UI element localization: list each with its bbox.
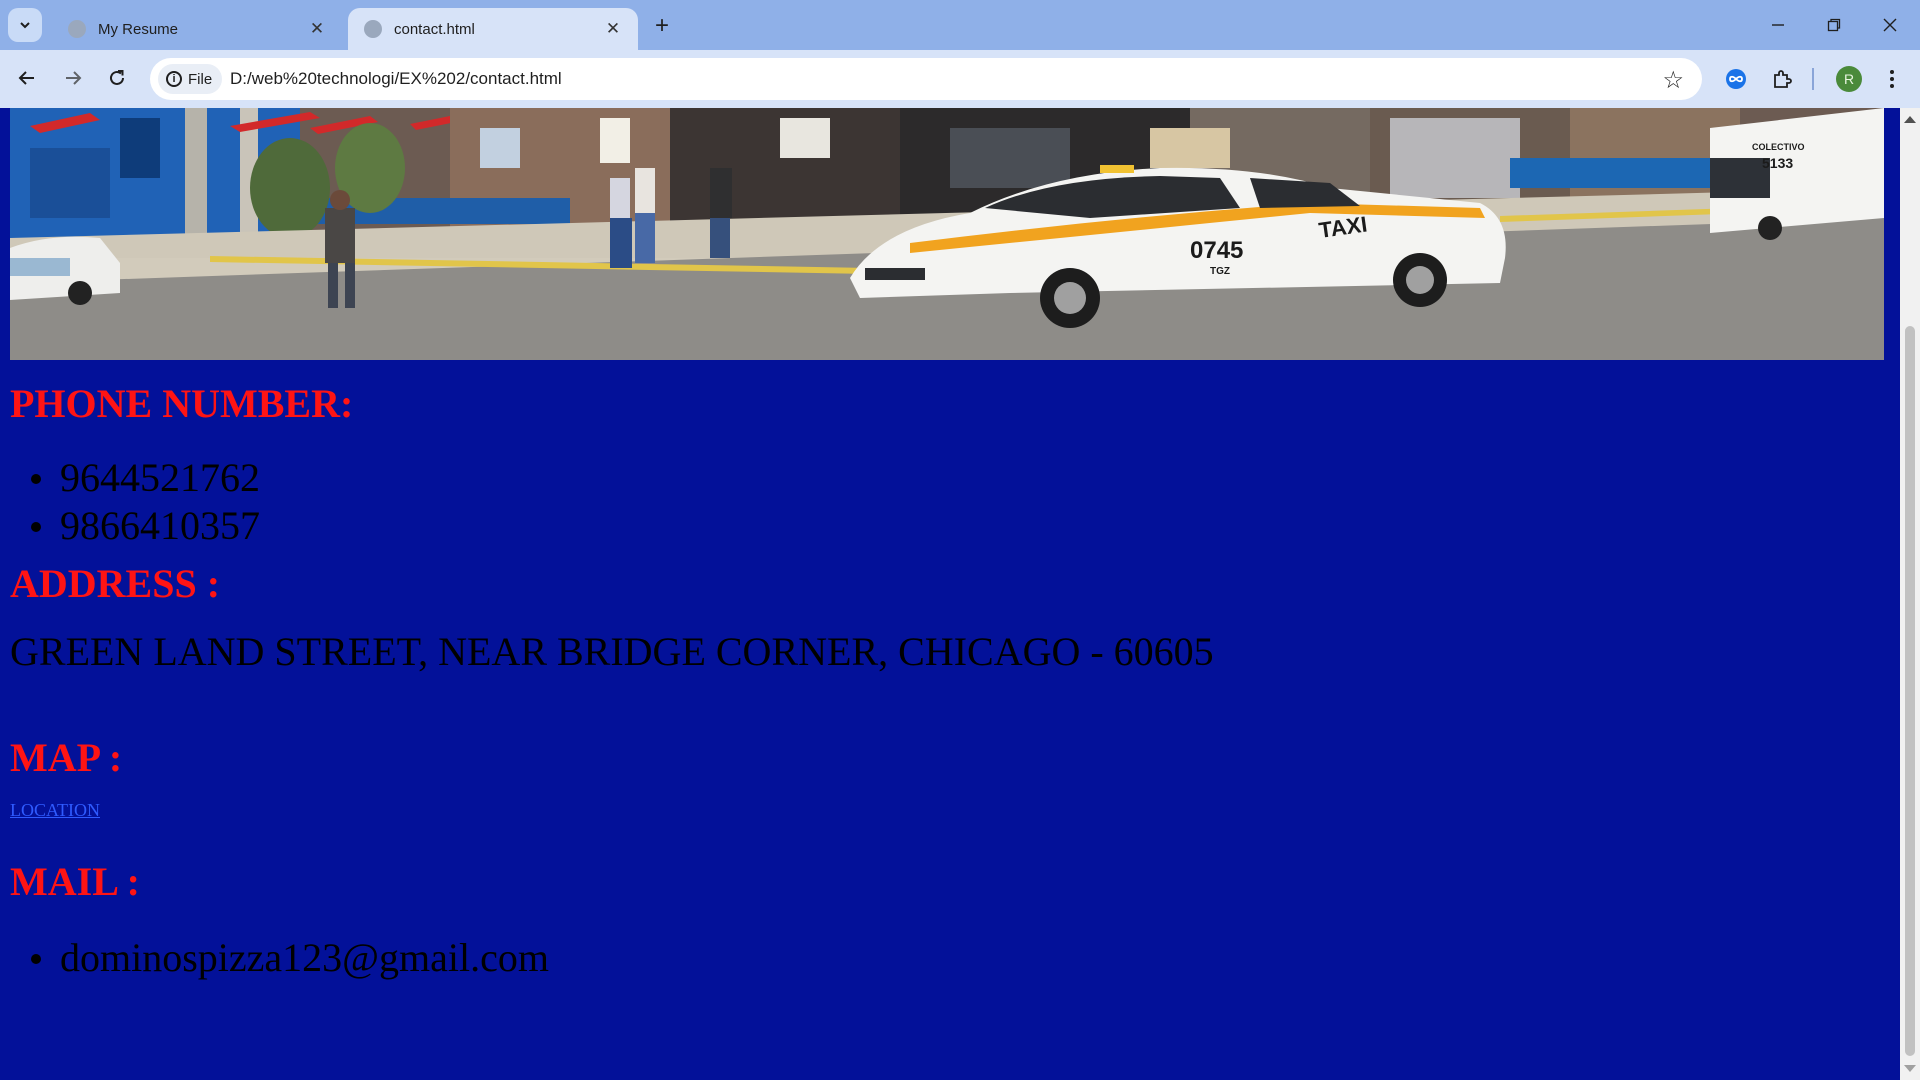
taxi-number-text: 0745 xyxy=(1190,237,1243,264)
info-icon: i xyxy=(166,71,182,87)
new-tab-icon[interactable]: + xyxy=(648,12,676,40)
address-heading: ADDRESS : xyxy=(10,561,221,606)
browser-toolbar: i File D:/web%20technologi/EX%202/contac… xyxy=(0,50,1920,108)
tab-title: My Resume xyxy=(98,20,179,38)
taxi-plate-text: TGZ xyxy=(1210,266,1230,277)
phone-list: 9644521762 9866410357 xyxy=(10,454,260,550)
reload-icon[interactable] xyxy=(100,61,134,95)
url-text[interactable]: D:/web%20technologi/EX%202/contact.html xyxy=(230,69,562,89)
scroll-down-icon[interactable] xyxy=(1904,1065,1916,1072)
van-number-text: 5133 xyxy=(1762,155,1793,171)
map-heading: MAP : xyxy=(10,735,123,780)
menu-kebab-icon[interactable] xyxy=(1876,63,1908,95)
browser-titlebar: My Resume ✕ contact.html ✕ + xyxy=(0,0,1920,50)
van-label-text: COLECTIVO xyxy=(1752,142,1805,152)
address-bar[interactable]: i File D:/web%20technologi/EX%202/contac… xyxy=(150,58,1702,100)
tab-my-resume[interactable]: My Resume ✕ xyxy=(52,8,342,50)
vertical-scrollbar[interactable] xyxy=(1900,108,1920,1080)
tab-search-button[interactable] xyxy=(8,8,42,42)
toolbar-separator xyxy=(1812,68,1814,90)
hero-image: 0745 TGZ TAXI COLECTIVO 5133 xyxy=(10,108,1884,360)
phone-item: 9866410357 xyxy=(10,502,260,550)
page-viewport: 0745 TGZ TAXI COLECTIVO 5133 PHONE NUMBE… xyxy=(0,108,1900,1080)
close-icon[interactable]: ✕ xyxy=(602,18,624,40)
globe-icon xyxy=(364,20,382,38)
scroll-up-icon[interactable] xyxy=(1904,116,1916,123)
extension-infinity-icon[interactable] xyxy=(1720,63,1752,95)
scrollbar-thumb[interactable] xyxy=(1905,326,1915,1056)
phone-heading: PHONE NUMBER: xyxy=(10,381,354,426)
close-icon[interactable]: ✕ xyxy=(306,18,328,40)
back-icon[interactable] xyxy=(10,61,44,95)
street-taxi-photo: 0745 TGZ TAXI COLECTIVO 5133 xyxy=(10,108,1884,360)
site-info-chip[interactable]: i File xyxy=(158,64,223,94)
phone-item: 9644521762 xyxy=(10,454,260,502)
address-text: GREEN LAND STREET, NEAR BRIDGE CORNER, C… xyxy=(10,629,1214,674)
site-info-label: File xyxy=(188,70,213,88)
restore-icon[interactable] xyxy=(1812,8,1856,42)
minimize-icon[interactable] xyxy=(1756,8,1800,42)
tab-title: contact.html xyxy=(394,20,475,38)
globe-icon xyxy=(68,20,86,38)
mail-list: dominospizza123@gmail.com xyxy=(10,934,549,982)
profile-avatar[interactable]: R xyxy=(1836,66,1862,92)
mail-item: dominospizza123@gmail.com xyxy=(10,934,549,982)
star-icon[interactable]: ☆ xyxy=(1662,66,1684,95)
tab-search-icon xyxy=(20,22,30,29)
mail-heading: MAIL : xyxy=(10,859,140,904)
forward-icon[interactable] xyxy=(56,61,90,95)
location-link[interactable]: LOCATION xyxy=(10,800,100,821)
window-close-icon[interactable] xyxy=(1868,8,1912,42)
extensions-puzzle-icon[interactable] xyxy=(1766,63,1798,95)
tab-contact[interactable]: contact.html ✕ xyxy=(348,8,638,50)
